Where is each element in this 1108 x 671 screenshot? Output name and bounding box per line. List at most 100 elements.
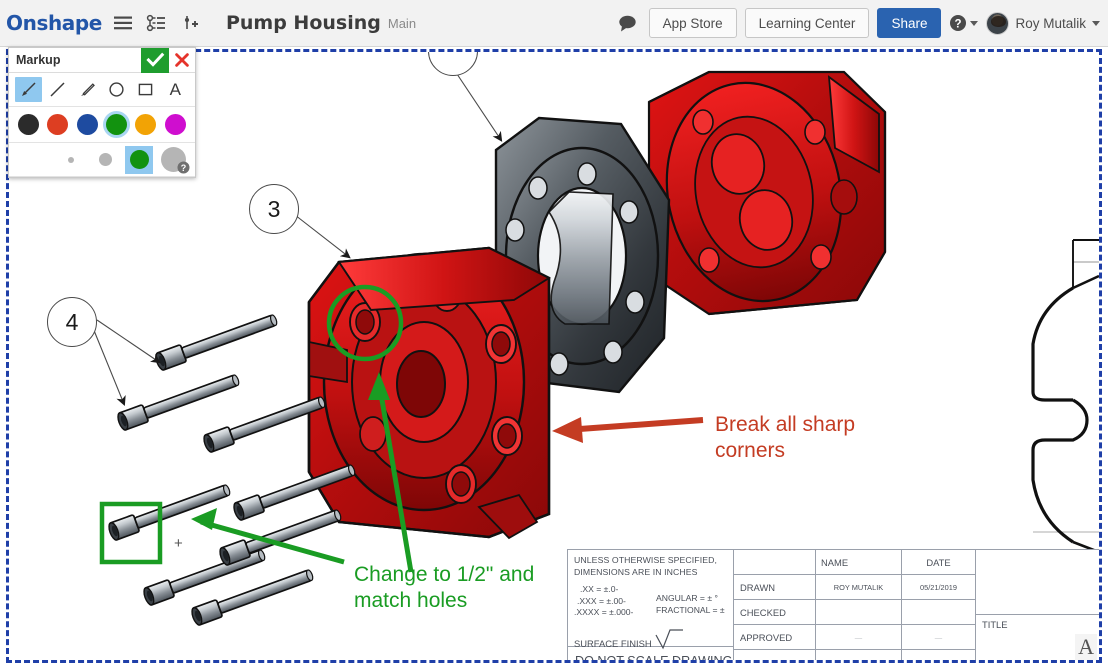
drawing-title-block[interactable]: UNLESS OTHERWISE SPECIFIED, DIMENSIONS A… (567, 549, 1102, 663)
tol-xxx: .XXX = ±.00- (574, 596, 656, 608)
markup-accept-button[interactable] (141, 48, 169, 73)
thickness-thick[interactable] (125, 146, 153, 174)
markup-tool-panel[interactable]: Markup (8, 47, 196, 178)
thickness-thin[interactable] (57, 146, 85, 174)
text-tool-glyph: A (170, 80, 181, 100)
color-swatch-green[interactable] (103, 111, 130, 138)
title-area-upper (976, 550, 1102, 615)
leader-4b (93, 328, 124, 404)
text-tool[interactable]: A (162, 77, 189, 102)
fractional-tol: FRACTIONAL = ± (656, 605, 725, 617)
chevron-down-icon (970, 21, 978, 26)
markup-thickness-row: ? (9, 143, 195, 177)
table-row[interactable]: APPROVED — — (734, 625, 975, 650)
color-swatch-black[interactable] (15, 111, 42, 138)
markup-red-arrow[interactable] (552, 417, 703, 443)
pencil-tool[interactable] (74, 77, 101, 102)
app-header: Onshape (0, 0, 1108, 47)
drawn-date-value[interactable]: 05/21/2019 (902, 575, 975, 599)
share-button[interactable]: Share (877, 8, 941, 38)
header-name: NAME (816, 550, 902, 574)
sheet-size-label: A (1075, 634, 1097, 660)
markup-panel-title: Markup (16, 53, 60, 67)
table-header-row: NAME DATE (734, 550, 975, 575)
arrow-tool[interactable] (15, 77, 42, 102)
table-row[interactable]: DRAWN ROY MUTALIK 05/21/2019 (734, 575, 975, 600)
do-not-scale-note: DO NOT SCALE DRAWING (568, 647, 733, 663)
surface-finish-label: SURFACE FINISH (574, 638, 652, 649)
markup-tools-row: A (9, 73, 195, 107)
row-label-drawn: DRAWN (734, 575, 816, 599)
user-menu[interactable]: Roy Mutalik (986, 12, 1100, 35)
color-swatch-red[interactable] (44, 111, 71, 138)
svg-text:?: ? (955, 18, 962, 30)
tol-xxxx: .XXXX = ±.000- (574, 607, 656, 619)
user-name: Roy Mutalik (1015, 16, 1086, 31)
learning-center-button[interactable]: Learning Center (745, 8, 870, 38)
table-row[interactable]: CHECKED (734, 600, 975, 625)
markup-colors-row (9, 107, 195, 143)
rear-housing-part (647, 67, 885, 318)
version-graph-icon[interactable] (144, 8, 170, 38)
leader-4a (97, 320, 159, 362)
help-menu[interactable]: ? (949, 14, 978, 32)
onshape-drawing-app: Onshape (0, 0, 1108, 671)
help-circle-icon: ? (949, 14, 967, 32)
markup-text-break-corners[interactable]: Break all sharp corners (715, 412, 855, 464)
avatar (986, 12, 1009, 35)
crosshair-cursor: + (174, 536, 183, 551)
surface-finish-symbol-icon (654, 627, 684, 649)
checked-name-value[interactable] (816, 600, 902, 624)
right-partial-view[interactable] (1033, 240, 1099, 582)
color-swatch-orange[interactable] (132, 111, 159, 138)
markup-panel-actions (141, 48, 195, 73)
approved-date-value[interactable]: — (902, 625, 975, 649)
color-swatch-blue[interactable] (74, 111, 101, 138)
notes-line-2: DIMENSIONS ARE IN INCHES (574, 567, 727, 579)
tolerance-grid: .XX = ±.0- .XXX = ±.00- .XXXX = ±.000- A… (574, 584, 727, 619)
checked-date-value[interactable] (902, 600, 975, 624)
angular-tolerances: ANGULAR = ± ° FRACTIONAL = ± (656, 584, 725, 619)
drawn-name-value[interactable]: ROY MUTALIK (816, 575, 902, 599)
approved-name-value[interactable]: — (816, 625, 902, 649)
balloon-callout-3[interactable]: 3 (249, 184, 299, 234)
markup-text-change-holes[interactable]: Change to 1/2" and match holes (354, 562, 534, 614)
tol-xx: .XX = ±.0- (574, 584, 656, 596)
header-date: DATE (902, 550, 975, 574)
angular-tol: ANGULAR = ± ° (656, 593, 725, 605)
checkmark-icon (147, 53, 164, 67)
balloon-callout-4[interactable]: 4 (47, 297, 97, 347)
document-title[interactable]: Pump Housing (226, 12, 381, 34)
markup-cancel-button[interactable] (169, 48, 195, 73)
notes-upper: UNLESS OTHERWISE SPECIFIED, DIMENSIONS A… (568, 550, 733, 647)
color-swatch-magenta[interactable] (162, 111, 189, 138)
svg-text:?: ? (181, 163, 187, 173)
x-close-icon (175, 53, 189, 67)
markup-panel-header: Markup (9, 48, 195, 73)
hamburger-menu-icon[interactable] (110, 8, 136, 38)
row-label-blank (734, 650, 816, 663)
row-label-approved: APPROVED (734, 625, 816, 649)
title-block-notes: UNLESS OTHERWISE SPECIFIED, DIMENSIONS A… (568, 550, 734, 663)
insert-feature-icon[interactable] (178, 8, 204, 38)
header-actions: App Store Learning Center Share ? Roy Mu… (615, 8, 1100, 38)
table-row-blank[interactable] (734, 650, 975, 663)
title-block-signoff-table: NAME DATE DRAWN ROY MUTALIK 05/21/2019 C… (734, 550, 976, 663)
rectangle-tool[interactable] (132, 77, 159, 102)
onshape-logo[interactable]: Onshape (6, 11, 102, 35)
comment-bubble-icon[interactable] (615, 10, 641, 36)
app-store-button[interactable]: App Store (649, 8, 737, 38)
circle-tool[interactable] (103, 77, 130, 102)
thickness-medium[interactable] (91, 146, 119, 174)
markup-help-icon[interactable]: ? (177, 161, 190, 174)
header-blank (734, 550, 816, 574)
line-tool[interactable] (44, 77, 71, 102)
blank-name-value[interactable] (816, 650, 902, 663)
notes-line-1: UNLESS OTHERWISE SPECIFIED, (574, 555, 727, 567)
decimal-tolerances: .XX = ±.0- .XXX = ±.00- .XXXX = ±.000- (574, 584, 656, 619)
surface-finish-row: SURFACE FINISH (574, 627, 727, 649)
row-label-checked: CHECKED (734, 600, 816, 624)
blank-date-value[interactable] (902, 650, 975, 663)
chevron-down-icon (1092, 21, 1100, 26)
workspace-name[interactable]: Main (388, 16, 416, 31)
